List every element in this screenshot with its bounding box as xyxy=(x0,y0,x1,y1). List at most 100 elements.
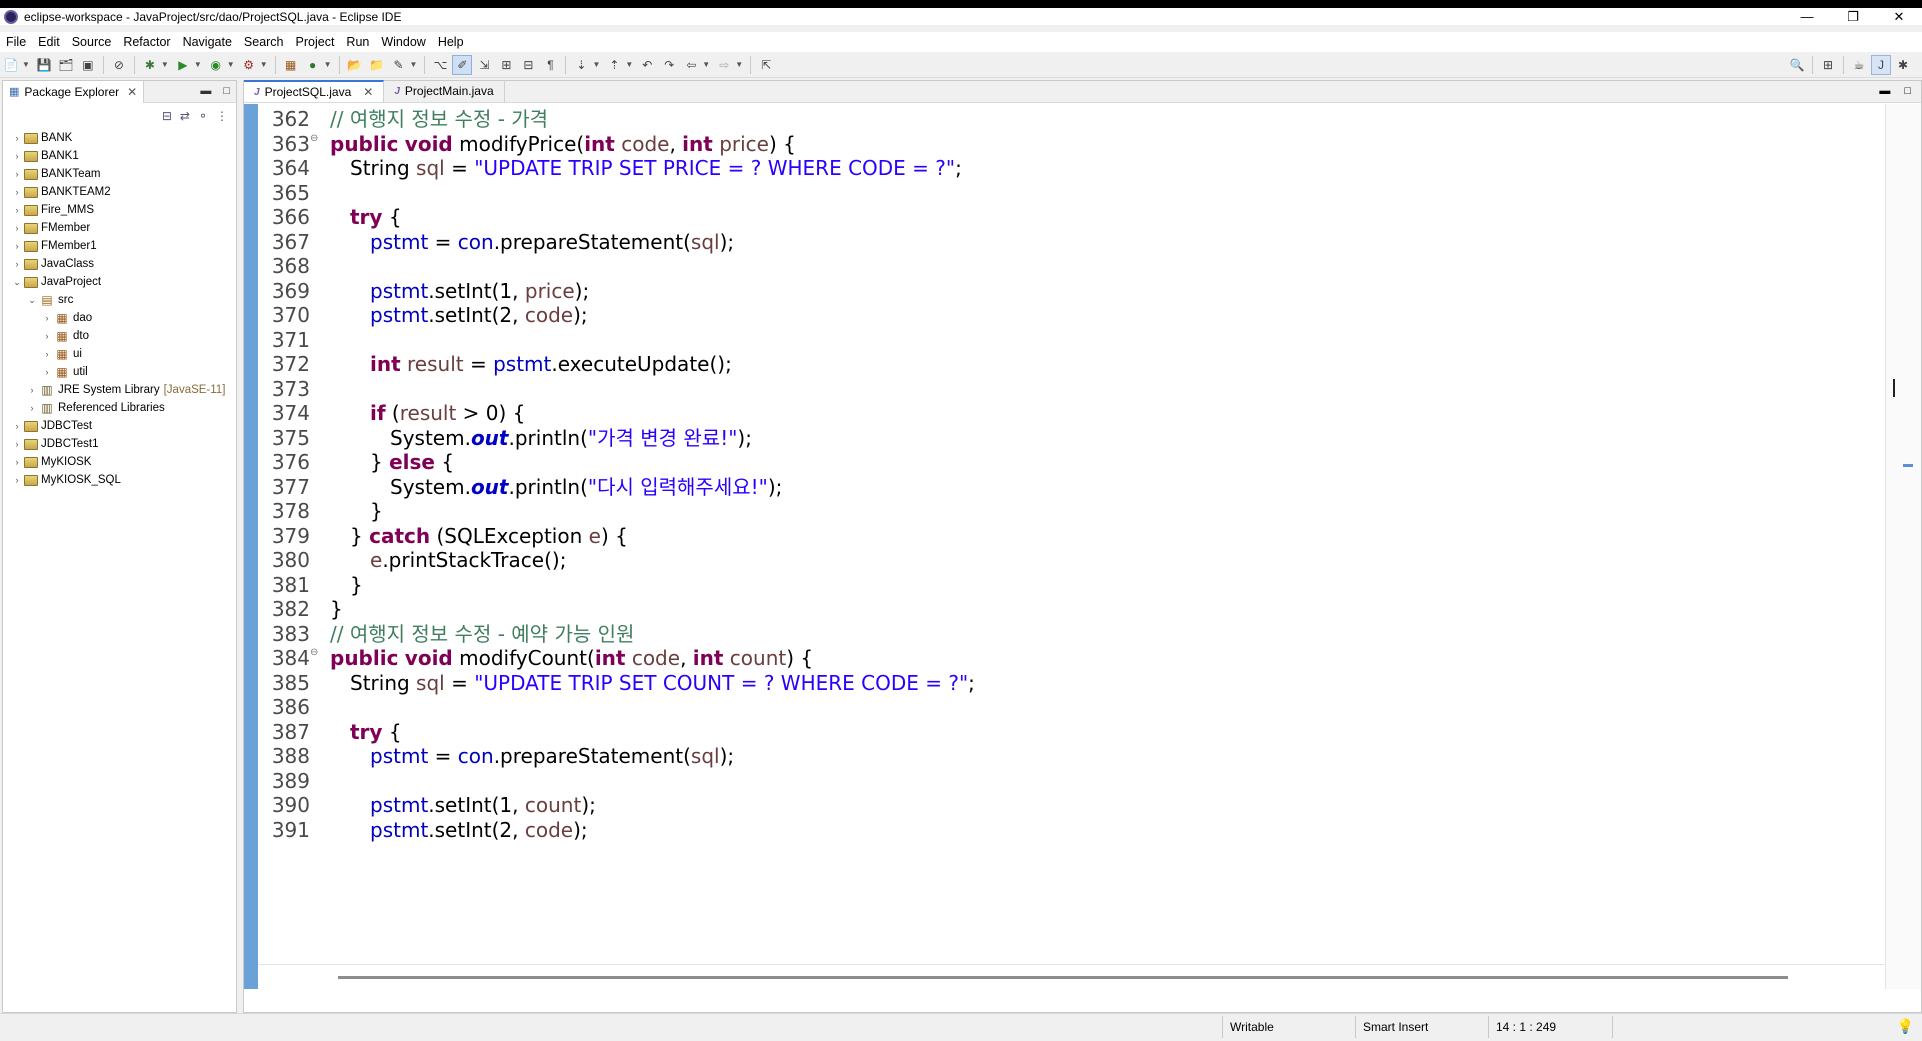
back-icon[interactable]: ⇦ xyxy=(681,55,701,75)
menu-help[interactable]: Help xyxy=(432,35,470,49)
chevron-down-icon[interactable]: ⌄ xyxy=(11,277,23,288)
new-java-package-icon[interactable]: ▦ xyxy=(281,55,301,75)
chevron-right-icon[interactable]: › xyxy=(41,331,53,341)
forward-edit-icon[interactable]: ↷ xyxy=(659,55,679,75)
chevron-right-icon[interactable]: › xyxy=(11,475,23,485)
overview-ruler[interactable] xyxy=(1885,104,1921,989)
chevron-right-icon[interactable]: › xyxy=(11,223,23,233)
menu-file[interactable]: File xyxy=(0,35,32,49)
chevron-right-icon[interactable]: › xyxy=(11,205,23,215)
chevron-right-icon[interactable]: › xyxy=(11,187,23,197)
tree-item[interactable]: › JavaClass xyxy=(11,255,236,273)
menu-edit[interactable]: Edit xyxy=(32,35,66,49)
open-task-icon[interactable]: 📁 xyxy=(367,55,387,75)
tree-item[interactable]: › FMember xyxy=(11,219,236,237)
tree-item[interactable]: › Fire_MMS xyxy=(11,201,236,219)
tree-item[interactable]: › MyKIOSK_SQL xyxy=(11,471,236,489)
skip-breakpoints-icon[interactable]: ⊘ xyxy=(109,55,129,75)
tree-item[interactable]: › BANKTEAM2 xyxy=(11,183,236,201)
minimize-button[interactable]: — xyxy=(1784,8,1830,25)
show-source-icon[interactable]: ⊟ xyxy=(518,55,538,75)
tip-of-the-day-icon[interactable]: 💡 xyxy=(1897,1018,1914,1035)
tree-item[interactable]: › ▥ JRE System Library [JavaSE-11] xyxy=(11,381,236,399)
fold-toggle-icon[interactable]: ⊖ xyxy=(310,129,318,149)
menu-refactor[interactable]: Refactor xyxy=(117,35,176,49)
chevron-right-icon[interactable]: › xyxy=(41,367,53,377)
horizontal-scrollbar[interactable] xyxy=(258,964,1884,989)
search-icon[interactable]: 🔍 xyxy=(1787,55,1807,75)
tree-item[interactable]: › BANK1 xyxy=(11,147,236,165)
occurrence-marker[interactable] xyxy=(1903,464,1913,467)
tree-item[interactable]: › ▦ util xyxy=(11,363,236,381)
tree-item[interactable]: › ▦ dto xyxy=(11,327,236,345)
chevron-right-icon[interactable]: › xyxy=(11,151,23,161)
status-insert-mode[interactable]: Smart Insert xyxy=(1363,1020,1428,1034)
coverage-dropdown-icon[interactable]: ▼ xyxy=(227,60,235,69)
link-with-editor-icon[interactable]: ⇄ xyxy=(180,109,190,123)
tree-item[interactable]: › ▦ dao xyxy=(11,309,236,327)
vertical-scrollbar-thumb[interactable] xyxy=(1893,379,1895,397)
save-icon[interactable]: 💾 xyxy=(34,55,54,75)
tree-item[interactable]: › JDBCTest1 xyxy=(11,435,236,453)
chevron-right-icon[interactable]: › xyxy=(26,385,38,395)
debug-perspective-icon[interactable]: ✱ xyxy=(1893,55,1913,75)
external-tools-icon[interactable]: ⚙ xyxy=(239,55,259,75)
new-class-dropdown-icon[interactable]: ▼ xyxy=(324,60,332,69)
menu-source[interactable]: Source xyxy=(66,35,118,49)
previous-annotation-icon[interactable]: ⇡ xyxy=(604,55,624,75)
java-ee-perspective-icon[interactable]: ☕ xyxy=(1849,55,1869,75)
debug-dropdown-icon[interactable]: ▼ xyxy=(161,60,169,69)
previous-annotation-dropdown-icon[interactable]: ▼ xyxy=(625,60,633,69)
paragraph-icon[interactable]: ¶ xyxy=(540,55,560,75)
close-button[interactable]: ✕ xyxy=(1876,8,1922,25)
forward-icon[interactable]: ⇨ xyxy=(714,55,734,75)
collapse-all-icon[interactable]: ⊟ xyxy=(162,109,172,123)
last-edit-location-icon[interactable]: ↶ xyxy=(637,55,657,75)
search-tool-icon[interactable]: ✎ xyxy=(389,55,409,75)
back-dropdown-icon[interactable]: ▼ xyxy=(702,60,710,69)
coverage-icon[interactable]: ◉ xyxy=(206,55,226,75)
new-icon[interactable]: 📄 xyxy=(1,55,21,75)
save-all-icon[interactable]: 🗂 xyxy=(56,55,76,75)
chevron-right-icon[interactable]: › xyxy=(26,403,38,413)
external-tools-dropdown-icon[interactable]: ▼ xyxy=(260,60,268,69)
chevron-right-icon[interactable]: › xyxy=(41,349,53,359)
toggle-breadcrumb-icon[interactable]: ⌥ xyxy=(430,55,450,75)
status-cursor-position[interactable]: 14 : 1 : 249 xyxy=(1496,1020,1556,1034)
chevron-right-icon[interactable]: › xyxy=(41,313,53,323)
horizontal-scrollbar-thumb[interactable] xyxy=(338,976,1788,979)
debug-icon[interactable]: ✱ xyxy=(140,55,160,75)
close-tab-icon[interactable]: ✕ xyxy=(363,85,373,99)
tree-item[interactable]: ⌄ ▤ src xyxy=(11,291,236,309)
mark-occurrences-icon[interactable]: ✐ xyxy=(452,54,473,75)
chevron-down-icon[interactable]: ⌄ xyxy=(26,295,38,306)
chevron-right-icon[interactable]: › xyxy=(11,421,23,431)
minimize-view-icon[interactable]: ▬ xyxy=(200,85,211,97)
menu-navigate[interactable]: Navigate xyxy=(177,35,238,49)
focus-icon[interactable]: ⚬ xyxy=(198,109,208,123)
code-text-area[interactable]: 362// 여행지 정보 수정 - 가격 363 ⊖ public void modi… xyxy=(244,104,1884,989)
tree-item[interactable]: ⌄ JavaProject xyxy=(11,273,236,291)
tree-item[interactable]: › FMember1 xyxy=(11,237,236,255)
maximize-view-icon[interactable]: □ xyxy=(223,85,230,97)
open-type-icon[interactable]: 📂 xyxy=(345,55,365,75)
run-dropdown-icon[interactable]: ▼ xyxy=(194,60,202,69)
tree-item[interactable]: › MyKIOSK xyxy=(11,453,236,471)
next-annotation-icon[interactable]: ⇣ xyxy=(571,55,591,75)
search-dropdown-icon[interactable]: ▼ xyxy=(410,60,418,69)
maximize-editor-icon[interactable]: □ xyxy=(1904,85,1911,97)
tab-projectmain-java[interactable]: J ProjectMain.java xyxy=(384,80,505,102)
restore-button[interactable]: ❐ xyxy=(1830,8,1876,25)
menu-project[interactable]: Project xyxy=(290,35,341,49)
next-annotation-dropdown-icon[interactable]: ▼ xyxy=(592,60,600,69)
chevron-right-icon[interactable]: › xyxy=(11,169,23,179)
tab-package-explorer[interactable]: ▦ Package Explorer ✕ xyxy=(3,80,145,103)
tab-projectsql-java[interactable]: J ProjectSQL.java ✕ xyxy=(244,80,385,102)
tree-item[interactable]: › JDBCTest xyxy=(11,417,236,435)
new-java-class-icon[interactable]: ● xyxy=(303,55,323,75)
chevron-right-icon[interactable]: › xyxy=(11,439,23,449)
tree-item[interactable]: › BANKTeam xyxy=(11,165,236,183)
terminal-icon[interactable]: ▣ xyxy=(78,55,98,75)
chevron-right-icon[interactable]: › xyxy=(11,133,23,143)
chevron-right-icon[interactable]: › xyxy=(11,259,23,269)
